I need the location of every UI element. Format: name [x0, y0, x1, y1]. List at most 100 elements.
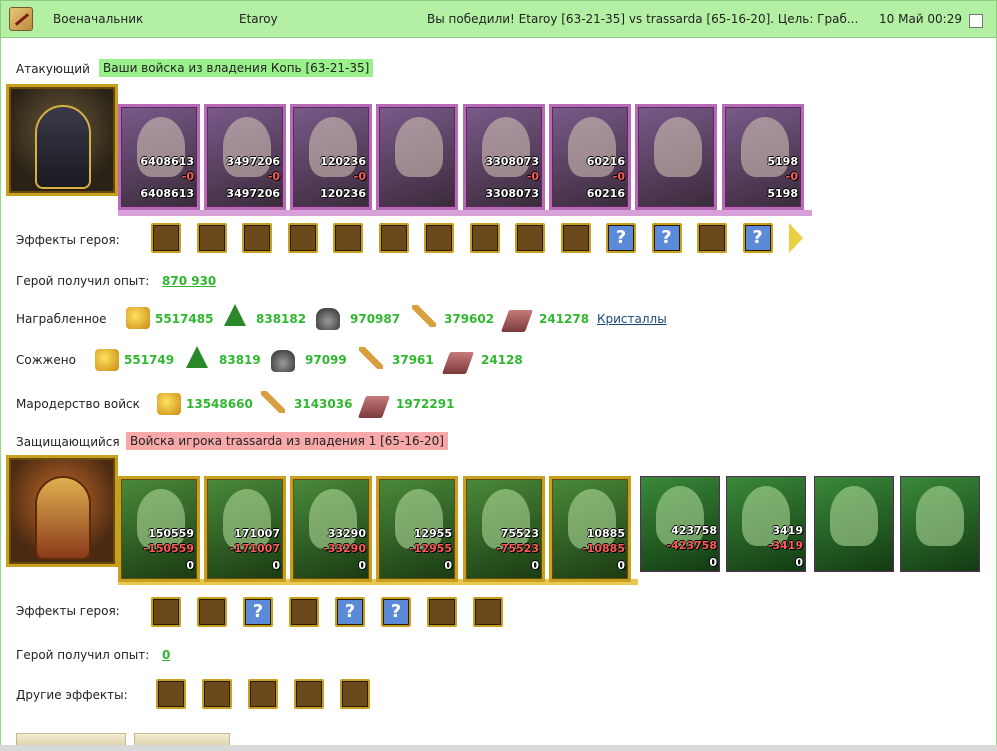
unit-count-top: 10885 — [586, 527, 625, 540]
wheat-icon — [412, 305, 436, 327]
unit-count-loss: -0 — [785, 170, 798, 183]
burned-wood: 83819 — [219, 353, 261, 367]
rabbit-icon[interactable] — [289, 597, 319, 627]
select-checkbox[interactable] — [969, 14, 983, 28]
fire-coin-icon[interactable] — [515, 223, 545, 253]
sword-icon[interactable] — [333, 223, 363, 253]
defender-unit-card[interactable]: 12955 -12955 0 — [376, 476, 458, 582]
attacker-unit-card[interactable] — [635, 104, 717, 210]
dice-icon[interactable] — [196, 223, 227, 253]
defender-unit-card[interactable]: 10885 -10885 0 — [549, 476, 631, 582]
unit-count-loss: -423758 — [666, 539, 718, 552]
defender-effects-label: Эффекты героя: — [16, 604, 120, 618]
unit-count-top: 423758 — [671, 524, 717, 537]
unit-count-top: 60216 — [586, 155, 625, 168]
unit-count-top: 3419 — [772, 524, 803, 537]
horizontal-scrollbar[interactable] — [0, 745, 997, 751]
loot-ore: 970987 — [350, 312, 401, 326]
unit-count-loss: -75523 — [496, 542, 539, 555]
unit-count-bottom: 0 — [617, 559, 625, 572]
attacker-exp-value[interactable]: 870 930 — [162, 274, 216, 288]
unit-count-loss: -33290 — [323, 542, 366, 555]
hand-icon[interactable] — [424, 223, 454, 253]
unit-count-loss: -0 — [612, 170, 625, 183]
heart-sword-icon[interactable] — [156, 679, 186, 709]
defender-unit-card[interactable]: 75523 -75523 0 — [463, 476, 545, 582]
unit-count-bottom: 120236 — [320, 187, 366, 200]
burned-brick: 24128 — [481, 353, 523, 367]
defender-exp-label: Герой получил опыт: — [16, 648, 150, 662]
unit-creature-image — [742, 486, 790, 546]
tower-icon[interactable] — [151, 597, 181, 627]
unit-count-top: 5198 — [767, 155, 798, 168]
unit-count-top: 75523 — [500, 527, 539, 540]
defender-unit-card[interactable]: 423758 -423758 0 — [640, 476, 720, 572]
report-header[interactable]: Военачальник Etaroy Вы победили! Etaroy … — [0, 0, 997, 38]
attacker-unit-card[interactable] — [376, 104, 458, 210]
marauding-wheat: 3143036 — [294, 397, 353, 411]
hero-figure — [35, 476, 91, 560]
defender-exp-value[interactable]: 0 — [162, 648, 170, 662]
cart-icon[interactable] — [469, 223, 500, 253]
unit-count-loss: -0 — [181, 170, 194, 183]
shield-icon[interactable] — [197, 597, 227, 627]
armor-icon[interactable] — [473, 597, 503, 627]
attacker-unit-card[interactable]: 60216 -0 60216 — [549, 104, 631, 210]
question-icon[interactable]: ? — [335, 597, 365, 627]
attacker-unit-card[interactable]: 6408613 -0 6408613 — [118, 104, 200, 210]
defender-hero-portrait[interactable] — [6, 455, 118, 567]
unit-row-strip — [118, 210, 812, 216]
unit-count-top: 3308073 — [485, 155, 539, 168]
tower-icon[interactable] — [151, 223, 181, 253]
unit-count-bottom: 3497206 — [226, 187, 280, 200]
handshake-icon[interactable] — [287, 223, 318, 253]
battle-date: 10 Май 00:29 — [879, 12, 962, 26]
sword-green-icon[interactable] — [294, 679, 324, 709]
unit-creature-image — [654, 117, 702, 177]
question-icon[interactable]: ? — [606, 223, 636, 253]
attacker-unit-card[interactable]: 3497206 -0 3497206 — [204, 104, 286, 210]
question-icon[interactable]: ? — [651, 223, 682, 253]
unit-creature-image — [223, 489, 271, 549]
handshake-icon[interactable] — [378, 223, 409, 253]
defender-unit-card[interactable]: 33290 -33290 0 — [290, 476, 372, 582]
crystals-link[interactable]: Кристаллы — [597, 312, 667, 326]
loot-gold: 5517485 — [155, 312, 214, 326]
wheat-icon — [359, 347, 383, 369]
burned-wheat: 37961 — [392, 353, 434, 367]
knight-icon[interactable] — [697, 223, 727, 253]
defender-unit-card[interactable] — [814, 476, 894, 572]
wood-icon — [224, 304, 246, 326]
battle-swords-icon — [9, 7, 33, 31]
unit-count-bottom: 0 — [186, 559, 194, 572]
attacker-unit-card[interactable]: 5198 -0 5198 — [722, 104, 804, 210]
attacker-unit-card[interactable]: 120236 -0 120236 — [290, 104, 372, 210]
question-icon[interactable]: ? — [381, 597, 411, 627]
defender-unit-card[interactable]: 171007 -171007 0 — [204, 476, 286, 582]
attacker-banner: Ваши войска из владения Копь [63-21-35] — [99, 59, 374, 77]
question-icon[interactable]: ? — [243, 597, 273, 627]
defender-unit-card[interactable]: 150559 -150559 0 — [118, 476, 200, 582]
skull-coin-icon[interactable] — [560, 223, 591, 253]
unit-count-bottom: 5198 — [767, 187, 798, 200]
attacker-unit-card[interactable]: 3308073 -0 3308073 — [463, 104, 545, 210]
defender-unit-card[interactable] — [900, 476, 980, 572]
sword-icon[interactable] — [202, 679, 232, 709]
marauding-label: Мародерство войск — [16, 397, 140, 411]
heart-sword-icon[interactable] — [248, 679, 278, 709]
question-icon[interactable]: ? — [742, 223, 773, 253]
unit-creature-image — [395, 117, 443, 177]
unit-count-loss: -10885 — [582, 542, 625, 555]
battle-summary: Вы победили! Etaroy [63-21-35] vs trassa… — [427, 12, 859, 26]
unit-count-loss: -171007 — [229, 542, 281, 555]
sword-icon[interactable] — [427, 597, 457, 627]
unit-creature-image — [656, 486, 704, 546]
attacker-label: Атакующий — [16, 62, 90, 76]
defender-unit-card[interactable]: 3419 -3419 0 — [726, 476, 806, 572]
player-name: Etaroy — [239, 12, 278, 26]
gold-icon — [126, 307, 150, 329]
sword-fire-icon[interactable] — [340, 679, 370, 709]
arrow-right-icon[interactable] — [789, 223, 803, 253]
attacker-hero-portrait[interactable] — [6, 84, 118, 196]
shield-icon[interactable] — [242, 223, 272, 253]
